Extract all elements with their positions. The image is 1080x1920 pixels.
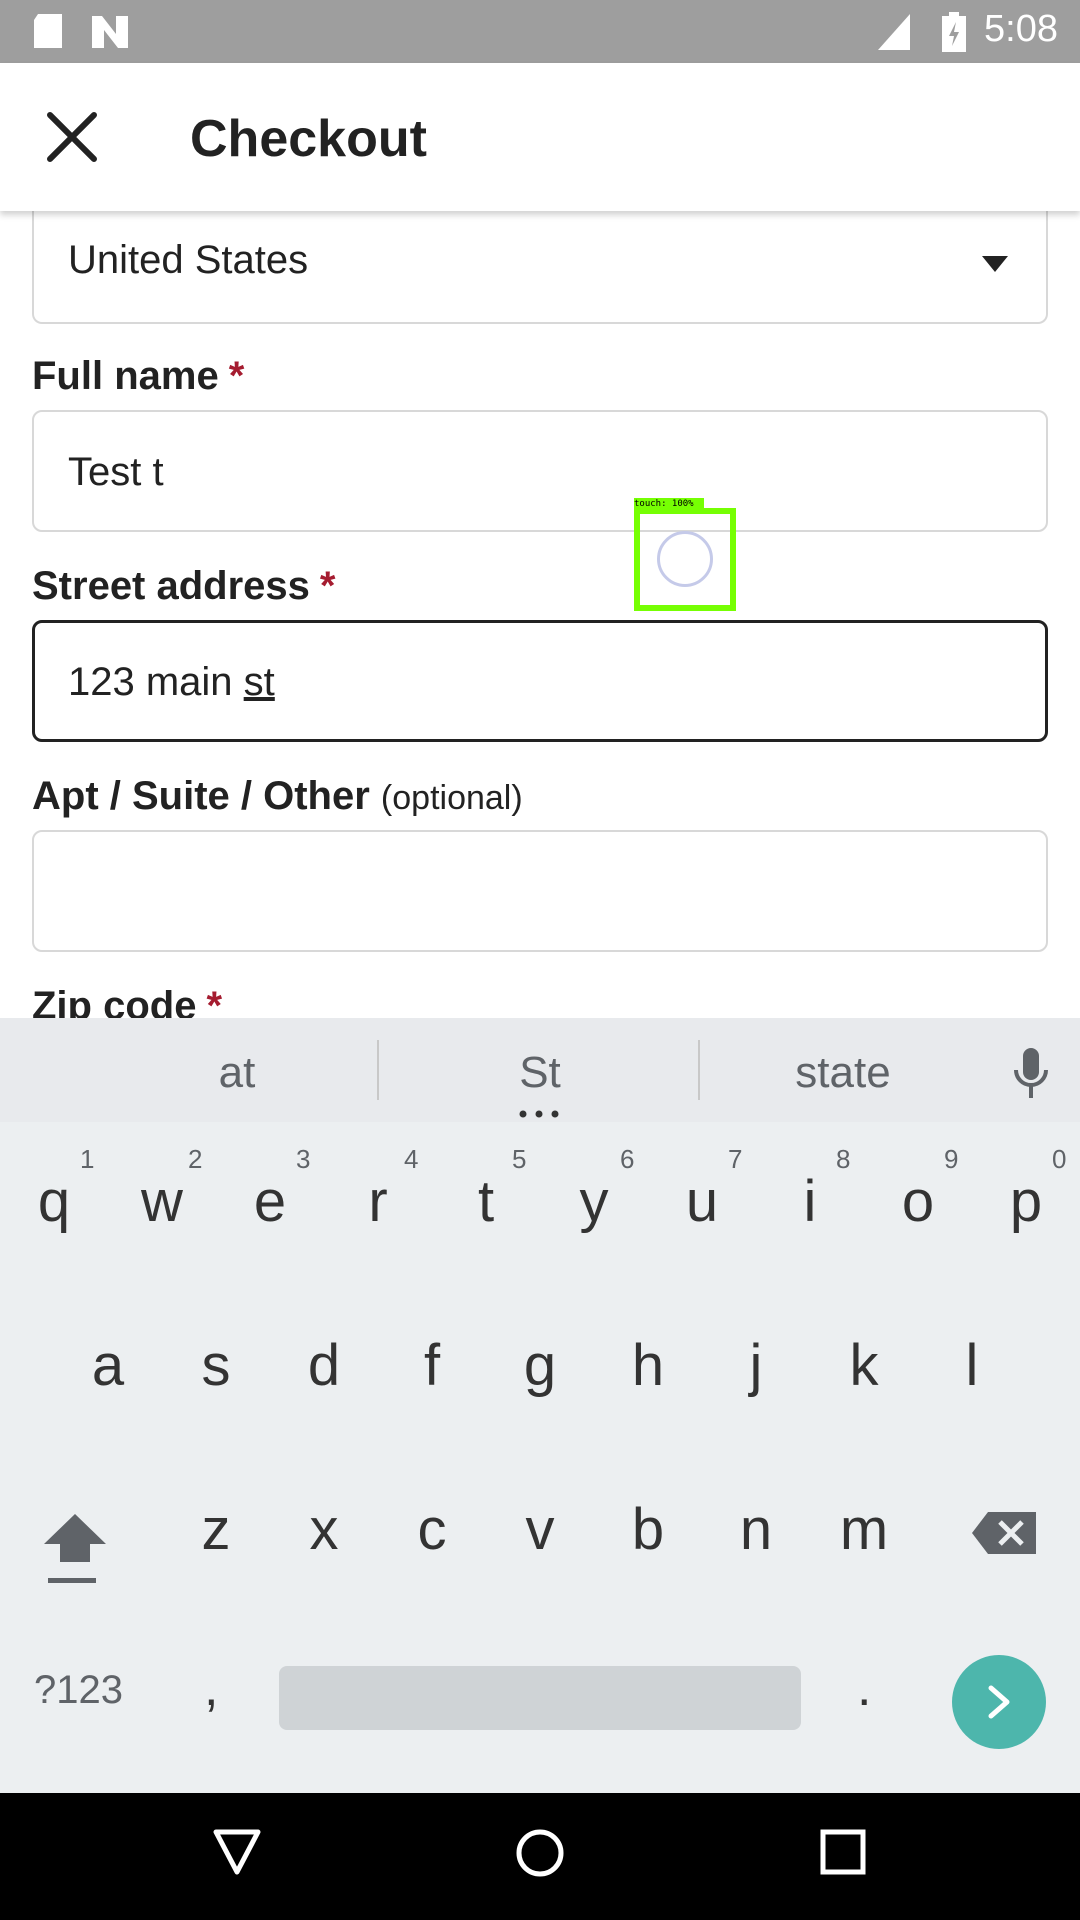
key-p[interactable]: p — [972, 1168, 1080, 1235]
required-mark: * — [228, 354, 245, 398]
full-name-input[interactable]: Test t — [32, 410, 1048, 532]
country-select-value: United States — [68, 238, 309, 282]
key-l[interactable]: l — [918, 1332, 1026, 1399]
key-w[interactable]: w — [108, 1168, 216, 1235]
suggestion-st[interactable]: St — [420, 1048, 660, 1098]
key-d[interactable]: d — [270, 1332, 378, 1399]
street-address-label: Street address * — [32, 564, 336, 608]
touch-indicator — [634, 508, 736, 611]
key-y[interactable]: y — [540, 1168, 648, 1235]
key-o[interactable]: o — [864, 1168, 972, 1235]
key-hint-5: 5 — [512, 1144, 527, 1174]
key-b[interactable]: b — [594, 1496, 702, 1563]
key-k[interactable]: k — [810, 1332, 918, 1399]
key-hint-4: 4 — [404, 1144, 419, 1174]
touch-circle — [657, 531, 713, 587]
status-bar: 5:08 — [0, 0, 1080, 63]
comma-key[interactable]: , — [204, 1658, 218, 1718]
suggestion-strip: at St state — [0, 1018, 1080, 1122]
key-hint-7: 7 — [728, 1144, 743, 1174]
key-h[interactable]: h — [594, 1332, 702, 1399]
period-key[interactable]: . — [857, 1658, 871, 1718]
symbols-key[interactable]: ?123 — [34, 1668, 123, 1713]
more-suggestions-icon — [519, 1110, 559, 1118]
close-icon[interactable] — [42, 107, 102, 167]
key-c[interactable]: c — [378, 1496, 486, 1563]
key-hint-6: 6 — [620, 1144, 635, 1174]
dropdown-arrow-icon — [982, 256, 1008, 272]
required-mark: * — [206, 984, 223, 1018]
key-hint-9: 9 — [944, 1144, 959, 1174]
key-j[interactable]: j — [702, 1332, 810, 1399]
suggestion-state[interactable]: state — [723, 1048, 963, 1098]
key-u[interactable]: u — [648, 1168, 756, 1235]
key-t[interactable]: t — [432, 1168, 540, 1235]
keyboard: at St state q1w2e3r4t5y6u7i8o9p0 asdfghj… — [0, 1018, 1080, 1793]
status-time: 5:08 — [984, 8, 1058, 50]
navigation-bar — [0, 1793, 1080, 1920]
enter-key[interactable] — [952, 1655, 1046, 1749]
apt-label: Apt / Suite / Other (optional) — [32, 774, 523, 818]
app-bar: Checkout — [0, 63, 1080, 211]
key-hint-3: 3 — [296, 1144, 311, 1174]
key-v[interactable]: v — [486, 1496, 594, 1563]
key-q[interactable]: q — [0, 1168, 108, 1235]
full-name-value: Test t — [68, 450, 164, 494]
space-key[interactable] — [279, 1666, 801, 1730]
back-icon[interactable] — [212, 1828, 262, 1876]
lte-signal-icon — [878, 14, 910, 50]
key-hint-0: 0 — [1052, 1144, 1067, 1174]
key-s[interactable]: s — [162, 1332, 270, 1399]
key-a[interactable]: a — [54, 1332, 162, 1399]
key-hint-1: 1 — [80, 1144, 95, 1174]
apt-input[interactable] — [32, 830, 1048, 952]
composing-text: st — [243, 660, 275, 704]
suggestion-at[interactable]: at — [117, 1048, 357, 1098]
optional-hint: (optional) — [380, 779, 523, 817]
home-icon[interactable] — [515, 1828, 565, 1878]
key-x[interactable]: x — [270, 1496, 378, 1563]
backspace-icon[interactable] — [970, 1508, 1040, 1558]
key-e[interactable]: e — [216, 1168, 324, 1235]
chevron-right-icon — [988, 1685, 1010, 1719]
battery-charging-icon — [942, 12, 966, 52]
street-address-input[interactable]: 123 main st — [32, 620, 1048, 742]
key-n[interactable]: n — [702, 1496, 810, 1563]
key-hint-2: 2 — [188, 1144, 203, 1174]
key-i[interactable]: i — [756, 1168, 864, 1235]
key-f[interactable]: f — [378, 1332, 486, 1399]
key-g[interactable]: g — [486, 1332, 594, 1399]
shift-icon[interactable] — [40, 1508, 110, 1588]
suggestion-divider — [377, 1040, 379, 1100]
page-title: Checkout — [190, 110, 427, 168]
country-select[interactable]: United States — [32, 200, 1048, 324]
key-m[interactable]: m — [810, 1496, 918, 1563]
suggestion-divider — [698, 1040, 700, 1100]
microphone-icon[interactable] — [1010, 1046, 1052, 1102]
key-r[interactable]: r — [324, 1168, 432, 1235]
full-name-label: Full name * — [32, 354, 245, 398]
key-z[interactable]: z — [162, 1496, 270, 1563]
sd-card-icon — [34, 14, 62, 48]
notification-n-icon — [92, 16, 128, 48]
street-address-value: 123 main st — [68, 660, 275, 704]
required-mark: * — [319, 564, 336, 608]
recents-icon[interactable] — [820, 1829, 866, 1875]
key-hint-8: 8 — [836, 1144, 851, 1174]
zip-label: Zip code * — [32, 984, 222, 1018]
